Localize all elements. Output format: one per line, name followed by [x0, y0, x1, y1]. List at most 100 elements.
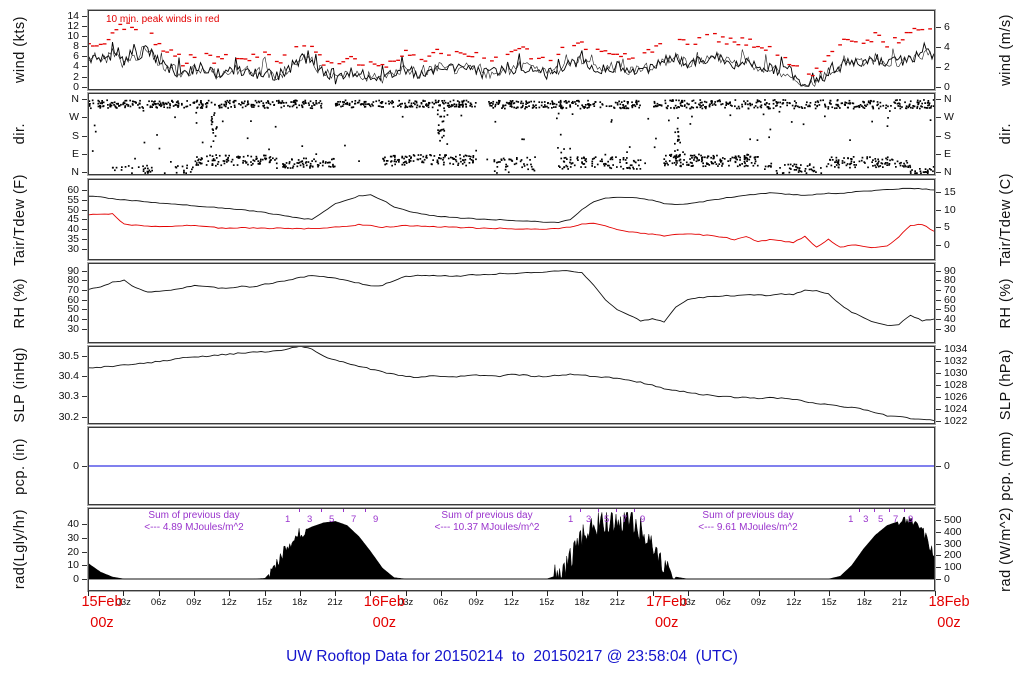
- y-tick-label: 10: [944, 203, 956, 216]
- y-tick-label: 0: [73, 80, 79, 93]
- peak-winds-annotation: 10 min. peak winds in red: [106, 14, 220, 25]
- x-tick: [440, 591, 442, 596]
- y-axis-label-pcp-left: pcp. (in): [12, 437, 28, 495]
- y-tick-label: 40: [67, 518, 79, 531]
- x-tick-label: 06z: [715, 597, 731, 608]
- x-tick-label: 18z: [292, 597, 308, 608]
- rad-hour-mark: 9: [640, 514, 646, 525]
- y-tick: [82, 376, 87, 378]
- y-tick-label: 1028: [944, 378, 968, 391]
- y-tick: [82, 35, 87, 37]
- day-label: 18Feb: [928, 594, 970, 610]
- y-tick: [936, 531, 941, 533]
- rad-hour-mark: 9: [372, 514, 379, 525]
- y-tick: [936, 543, 941, 545]
- y-tick: [82, 153, 87, 155]
- rad-annotation: Sum of previous day <--- 10.37 MJoules/m…: [434, 510, 540, 533]
- y-axis-label-slp-right: SLP (hPa): [998, 349, 1014, 421]
- plot-pcp: [89, 465, 934, 467]
- y-tick-label: N: [71, 166, 79, 179]
- y-tick-label: 15: [944, 186, 956, 199]
- rad-hour-tick: [903, 509, 905, 512]
- y-tick: [936, 244, 941, 246]
- y-tick: [936, 47, 941, 49]
- rad-hour-mark: 7: [622, 514, 628, 525]
- y-tick: [936, 466, 941, 467]
- y-tick: [936, 567, 941, 569]
- x-tick-label: 06z: [433, 597, 449, 608]
- y-tick-label: 100: [944, 561, 962, 574]
- y-axis-label-slp-left: SLP (inHg): [12, 347, 28, 423]
- y-axis-label-wind-right: wind (m/s): [998, 14, 1014, 86]
- y-tick-label: N: [71, 93, 79, 106]
- x-tick-label: 12z: [503, 597, 520, 608]
- rad-hour-mark: 3: [586, 514, 592, 525]
- x-tick: [723, 591, 725, 596]
- x-tick-label: 15z: [256, 597, 273, 608]
- y-tick-label: 0: [944, 80, 950, 93]
- x-tick: [193, 591, 195, 596]
- y-tick: [82, 280, 87, 282]
- x-tick-label: 09z: [186, 597, 202, 608]
- y-axis-label-rh-right: RH (%): [998, 277, 1014, 329]
- x-tick: [299, 591, 301, 596]
- y-tick-label: 10: [67, 559, 79, 572]
- y-tick: [936, 420, 941, 422]
- rad-hour-mark: 9: [908, 514, 914, 525]
- y-tick-label: 1026: [944, 390, 968, 403]
- y-tick-label: 0: [944, 573, 950, 586]
- y-tick: [82, 135, 87, 137]
- day-label: 15Feb: [81, 594, 123, 610]
- y-tick-label: 5: [944, 221, 950, 234]
- y-tick: [82, 579, 87, 581]
- y-tick: [82, 190, 87, 192]
- y-tick: [82, 270, 87, 272]
- x-tick-label: 09z: [750, 597, 767, 608]
- y-tick: [936, 579, 941, 581]
- y-tick: [82, 56, 87, 58]
- y-tick: [82, 229, 87, 231]
- y-tick-label: 1034: [944, 343, 968, 356]
- y-tick: [936, 280, 941, 282]
- y-tick-label: 30: [67, 531, 79, 544]
- x-tick: [476, 591, 478, 596]
- x-tick: [758, 591, 760, 596]
- y-tick: [82, 290, 87, 291]
- y-tick-label: E: [71, 147, 79, 160]
- y-tick: [82, 248, 87, 250]
- plot-dir: [89, 99, 934, 174]
- x-tick: [617, 591, 619, 596]
- y-tick-label: 30.5: [58, 350, 79, 363]
- rad-hour-tick: [321, 509, 322, 512]
- plot-rh: [89, 270, 934, 326]
- x-tick-label: 06z: [150, 597, 167, 608]
- y-tick-label: N: [944, 166, 952, 179]
- y-tick: [936, 86, 941, 88]
- x-tick-label: 12z: [786, 597, 802, 608]
- y-tick-label: 30: [67, 242, 79, 255]
- day-sublabel: 00z: [654, 615, 679, 631]
- day-sublabel: 00z: [937, 615, 961, 631]
- y-tick: [936, 99, 941, 101]
- y-tick: [936, 396, 941, 398]
- y-tick: [82, 524, 87, 526]
- y-tick-label: 0: [73, 573, 79, 586]
- rad-hour-mark: 1: [284, 514, 291, 525]
- y-axis-label-dir-left: dir.: [12, 123, 28, 145]
- y-tick: [82, 318, 87, 320]
- x-tick-label: 15z: [821, 597, 837, 608]
- y-tick-label: 30.4: [58, 370, 79, 383]
- meteogram-figure: wind (kts) dir. Tair/Tdew (F) RH (%) SLP…: [0, 0, 1024, 700]
- y-tick: [82, 209, 87, 211]
- y-tick-label: 4: [944, 41, 950, 54]
- y-tick: [82, 396, 87, 398]
- y-tick: [936, 299, 941, 301]
- y-tick-label: 200: [944, 549, 962, 562]
- y-tick: [82, 466, 87, 467]
- y-tick-label: 500: [944, 513, 962, 526]
- rad-hour-mark: 5: [604, 514, 610, 525]
- y-tick-label: S: [71, 129, 79, 142]
- y-tick: [936, 227, 941, 229]
- y-tick: [82, 238, 87, 240]
- y-tick-label: 30: [67, 322, 79, 335]
